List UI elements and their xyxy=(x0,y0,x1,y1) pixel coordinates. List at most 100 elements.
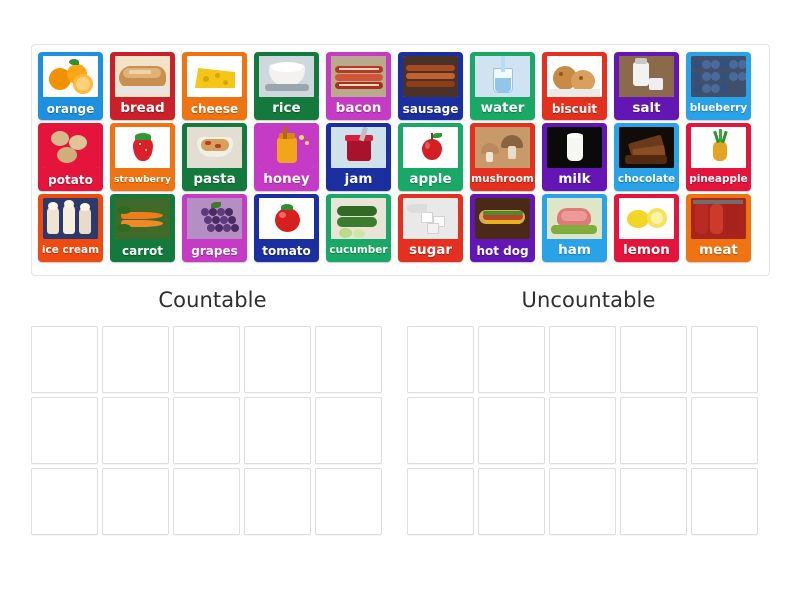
pasta-image xyxy=(187,127,242,168)
drop-slot[interactable] xyxy=(691,468,758,535)
honey-image xyxy=(259,127,314,168)
meat-image xyxy=(691,198,746,239)
drop-slot[interactable] xyxy=(407,468,474,535)
category-uncountable: Uncountable xyxy=(407,288,770,535)
word-tile-label: rice xyxy=(272,99,301,116)
category-countable: Countable xyxy=(31,288,394,535)
lemon-image xyxy=(619,198,674,239)
drop-slot[interactable] xyxy=(102,326,169,393)
word-tile-rice[interactable]: rice xyxy=(254,52,319,120)
word-tile-label: orange xyxy=(46,101,95,116)
word-tile-jam[interactable]: jam xyxy=(326,123,391,191)
word-tile-tomato[interactable]: tomato xyxy=(254,194,319,262)
word-tile-honey[interactable]: honey xyxy=(254,123,319,191)
mushroom-image xyxy=(475,127,530,168)
word-tile-label: hot dog xyxy=(476,243,529,258)
word-tile-ham[interactable]: ham xyxy=(542,194,607,262)
word-tile-milk[interactable]: milk xyxy=(542,123,607,191)
word-tile-label: chocolate xyxy=(617,173,676,186)
biscuit-image xyxy=(547,56,602,97)
word-tile-chocolate[interactable]: chocolate xyxy=(614,123,679,191)
drop-slot[interactable] xyxy=(244,326,311,393)
word-tile-hot-dog[interactable]: hot dog xyxy=(470,194,535,262)
word-tile-label: ice cream xyxy=(41,244,100,257)
word-tile-label: pineapple xyxy=(689,173,748,186)
drop-slot[interactable] xyxy=(549,326,616,393)
word-tile-cheese[interactable]: cheese xyxy=(182,52,247,120)
drop-slot[interactable] xyxy=(620,326,687,393)
word-tile-apple[interactable]: apple xyxy=(398,123,463,191)
salt-image xyxy=(619,56,674,97)
tomato-image xyxy=(259,198,314,239)
word-tile-lemon[interactable]: lemon xyxy=(614,194,679,262)
apple-image xyxy=(403,127,458,168)
word-tile-water[interactable]: water xyxy=(470,52,535,120)
jam-image xyxy=(331,127,386,168)
word-tile-pineapple[interactable]: pineapple xyxy=(686,123,751,191)
drop-slot[interactable] xyxy=(315,326,382,393)
chocolate-image xyxy=(619,127,674,168)
hotdog-image xyxy=(475,198,530,239)
word-tile-label: sausage xyxy=(402,101,459,116)
drop-slot[interactable] xyxy=(244,397,311,464)
drop-slot[interactable] xyxy=(478,468,545,535)
drop-slot[interactable] xyxy=(102,468,169,535)
word-tile-label: strawberry xyxy=(114,173,171,185)
drop-slot[interactable] xyxy=(102,397,169,464)
drop-slot-grid xyxy=(31,326,394,535)
drop-slot[interactable] xyxy=(31,326,98,393)
drop-slot[interactable] xyxy=(31,397,98,464)
word-tile-bacon[interactable]: bacon xyxy=(326,52,391,120)
drop-slot[interactable] xyxy=(407,326,474,393)
word-tile-strawberry[interactable]: strawberry xyxy=(110,123,175,191)
category-columns: Countable Uncountable xyxy=(31,288,770,535)
word-tile-label: salt xyxy=(632,99,661,116)
drop-slot[interactable] xyxy=(407,397,474,464)
word-tile-salt[interactable]: salt xyxy=(614,52,679,120)
word-tile-grapes[interactable]: grapes xyxy=(182,194,247,262)
word-tile-label: biscuit xyxy=(551,101,598,116)
drop-slot[interactable] xyxy=(478,397,545,464)
milk-image xyxy=(547,127,602,168)
word-tile-label: cheese xyxy=(190,101,239,116)
drop-slot[interactable] xyxy=(620,397,687,464)
word-tile-biscuit[interactable]: biscuit xyxy=(542,52,607,120)
orange-image xyxy=(43,56,98,97)
word-tile-blueberry[interactable]: blueberry xyxy=(686,52,751,120)
word-tile-meat[interactable]: meat xyxy=(686,194,751,262)
drop-slot[interactable] xyxy=(173,397,240,464)
drop-slot[interactable] xyxy=(691,326,758,393)
word-tile-label: pasta xyxy=(193,170,236,187)
cheese-image xyxy=(187,56,242,97)
drop-slot[interactable] xyxy=(691,397,758,464)
drop-slot[interactable] xyxy=(315,468,382,535)
word-bank-row: orange bread cheese rice bacon sausage water bi… xyxy=(38,52,763,123)
word-tile-pasta[interactable]: pasta xyxy=(182,123,247,191)
word-tile-label: bread xyxy=(120,99,165,116)
word-bank-row: potato strawberry pasta honey jam apple mushro… xyxy=(38,123,763,194)
word-tile-sugar[interactable]: sugar xyxy=(398,194,463,262)
drop-slot[interactable] xyxy=(31,468,98,535)
word-tile-sausage[interactable]: sausage xyxy=(398,52,463,120)
word-tile-ice-cream[interactable]: ice cream xyxy=(38,194,103,262)
drop-slot[interactable] xyxy=(620,468,687,535)
rice-image xyxy=(259,56,314,97)
drop-slot[interactable] xyxy=(173,468,240,535)
word-tile-potato[interactable]: potato xyxy=(38,123,103,191)
bread-image xyxy=(115,56,170,97)
drop-slot[interactable] xyxy=(549,397,616,464)
word-tile-label: milk xyxy=(558,170,591,187)
drop-slot[interactable] xyxy=(478,326,545,393)
word-bank-row: ice cream carrot grapes tomato cucumber sugar… xyxy=(38,194,763,265)
word-tile-mushroom[interactable]: mushroom xyxy=(470,123,535,191)
word-tile-label: honey xyxy=(263,170,310,187)
drop-slot[interactable] xyxy=(244,468,311,535)
drop-slot[interactable] xyxy=(549,468,616,535)
word-tile-label: bacon xyxy=(335,99,382,116)
word-tile-bread[interactable]: bread xyxy=(110,52,175,120)
word-tile-carrot[interactable]: carrot xyxy=(110,194,175,262)
drop-slot[interactable] xyxy=(173,326,240,393)
word-tile-cucumber[interactable]: cucumber xyxy=(326,194,391,262)
word-tile-orange[interactable]: orange xyxy=(38,52,103,120)
drop-slot[interactable] xyxy=(315,397,382,464)
